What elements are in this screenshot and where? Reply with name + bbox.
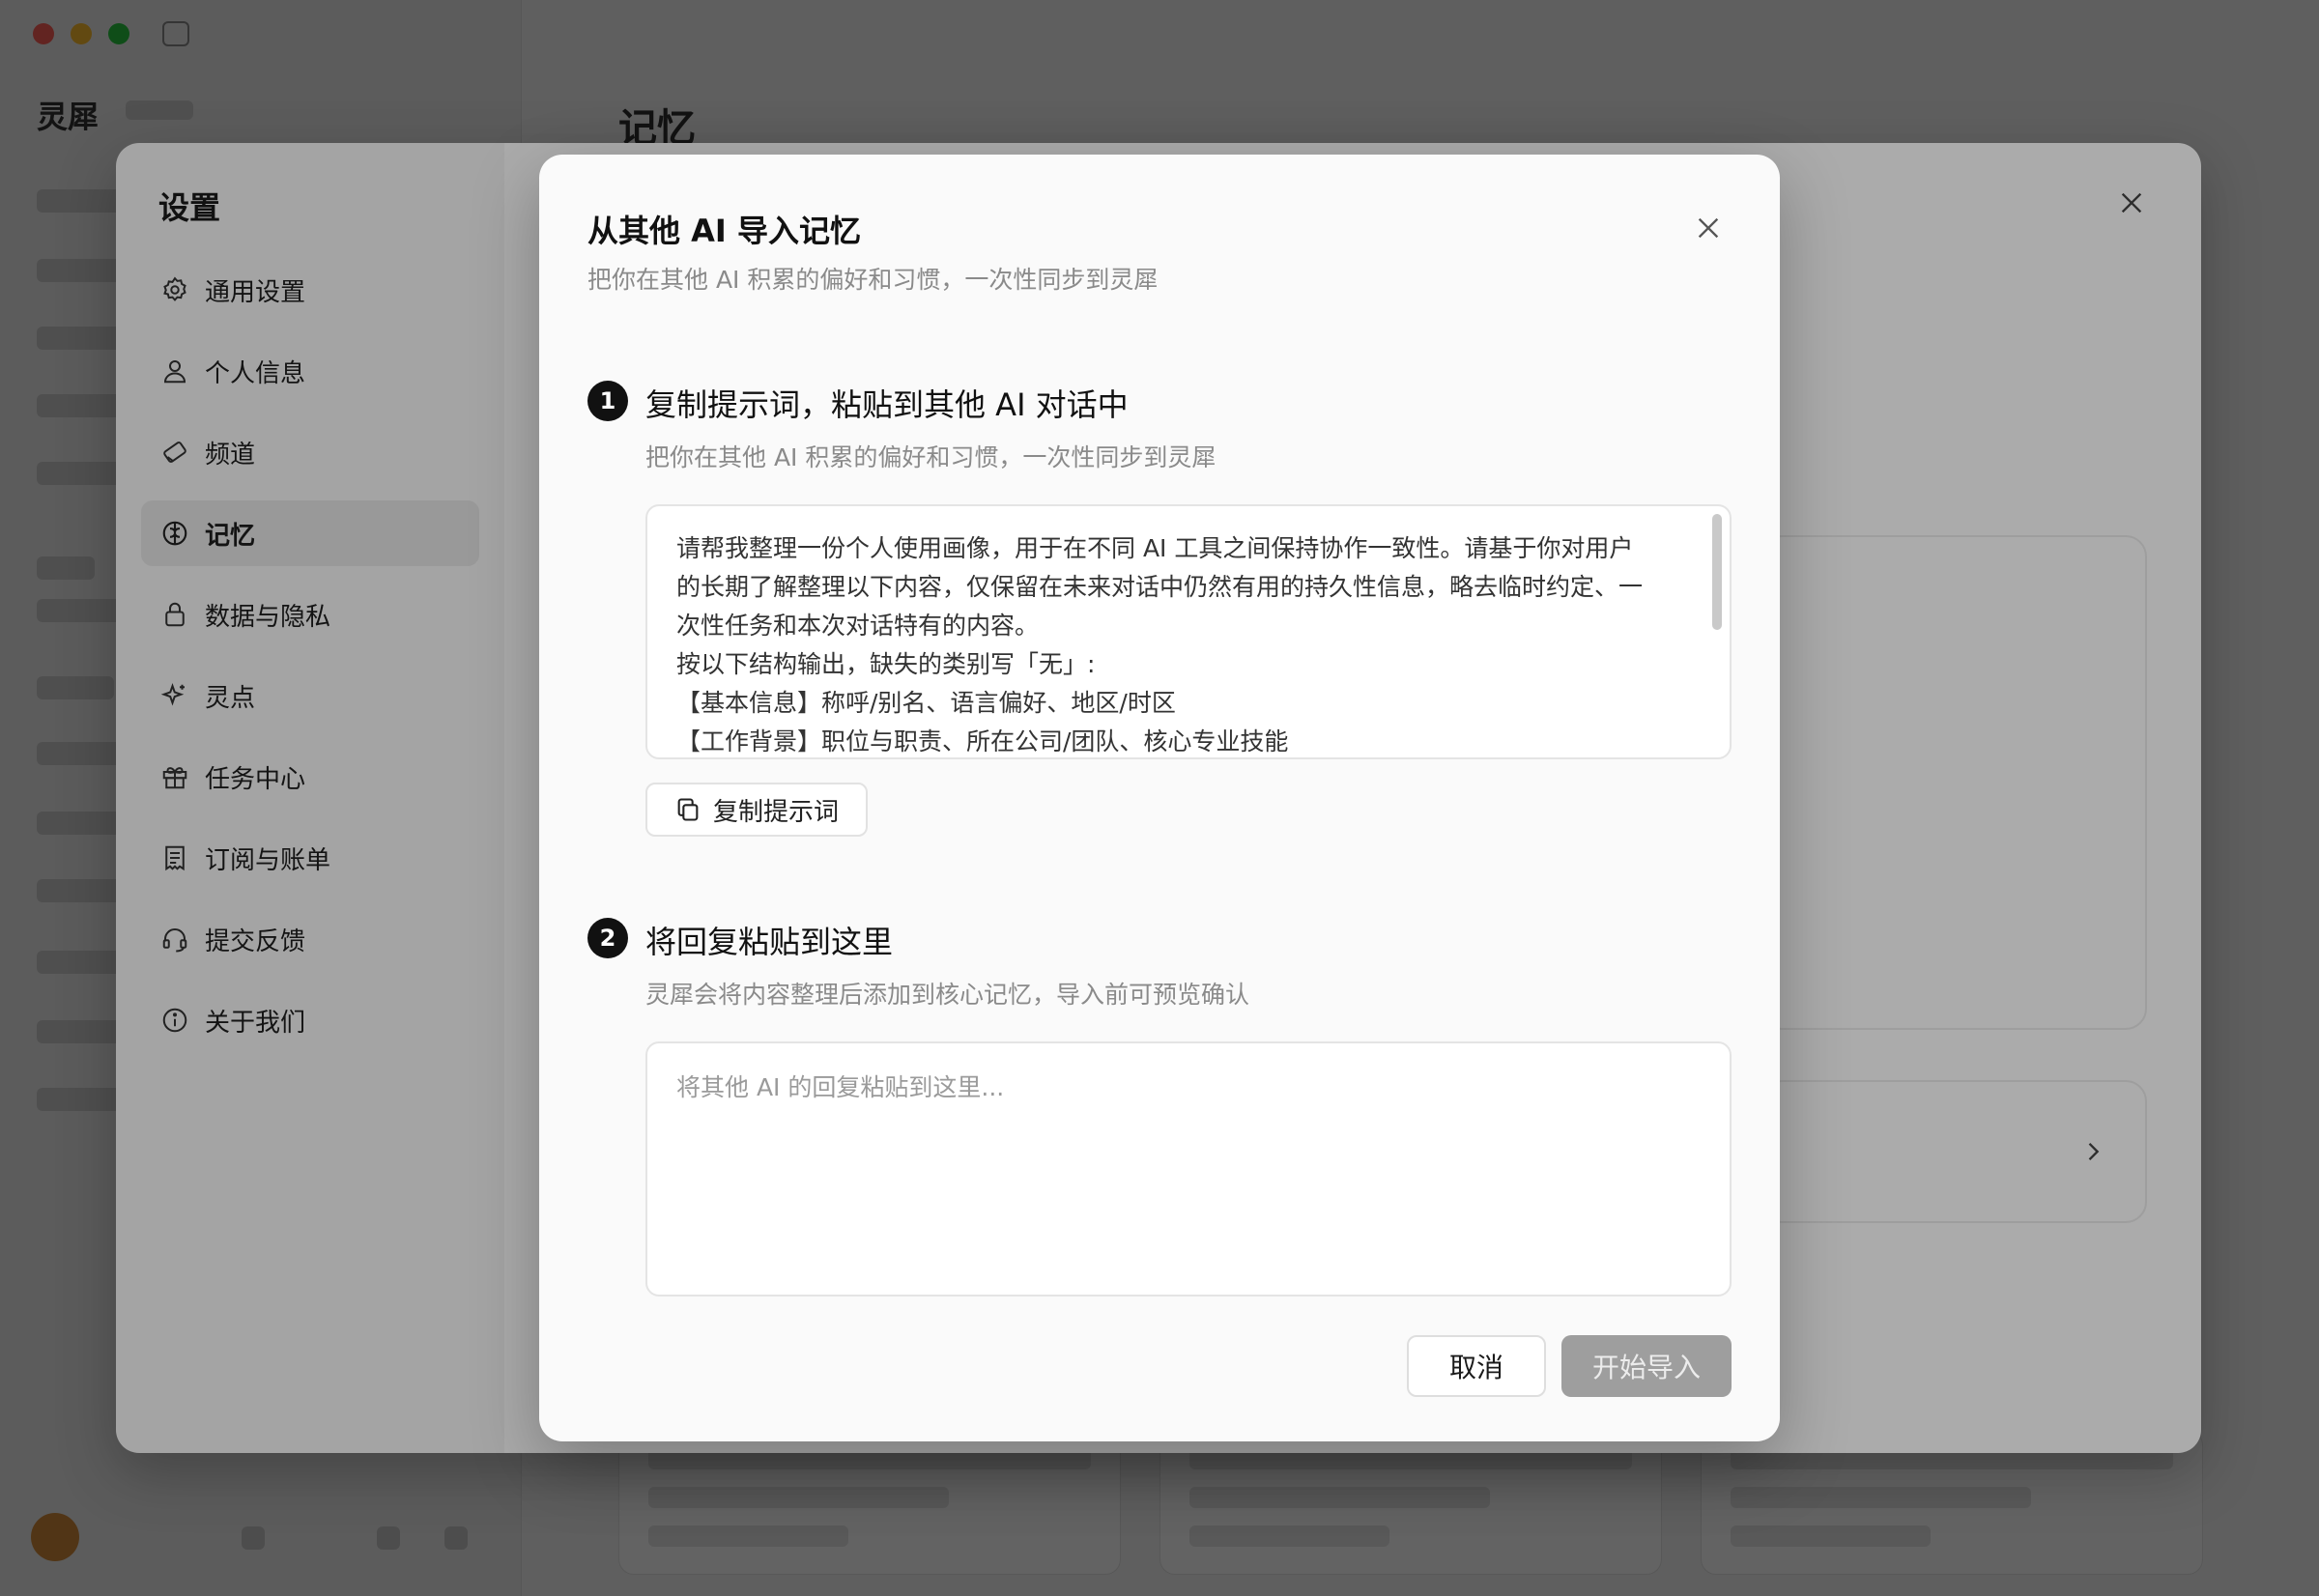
prompt-line: 次性任务和本次对话特有的内容。	[676, 612, 1040, 640]
scrollbar[interactable]	[1712, 514, 1722, 630]
step-1-description: 把你在其他 AI 积累的偏好和习惯，一次性同步到灵犀	[645, 443, 1217, 471]
reply-placeholder: 将其他 AI 的回复粘贴到这里...	[676, 1073, 1005, 1101]
import-memory-dialog: 从其他 AI 导入记忆 把你在其他 AI 积累的偏好和习惯，一次性同步到灵犀 1…	[539, 155, 1780, 1441]
dialog-subtitle: 把你在其他 AI 积累的偏好和习惯，一次性同步到灵犀	[587, 266, 1159, 294]
step-1-badge: 1	[587, 381, 628, 421]
dialog-close-icon[interactable]	[1693, 213, 1724, 243]
start-import-button[interactable]: 开始导入	[1561, 1335, 1732, 1397]
step-2-title: 将回复粘贴到这里	[645, 924, 894, 960]
prompt-line: 按以下结构输出，缺失的类别写「无」:	[676, 650, 1096, 678]
copy-icon	[677, 798, 699, 821]
step-2-description: 灵犀会将内容整理后添加到核心记忆，导入前可预览确认	[645, 981, 1250, 1009]
prompt-line: 请帮我整理一份个人使用画像，用于在不同 AI 工具之间保持协作一致性。请基于你对…	[676, 534, 1634, 562]
dialog-title: 从其他 AI 导入记忆	[587, 213, 861, 249]
prompt-line: 【工作背景】职位与职责、所在公司/团队、核心专业技能	[676, 727, 1289, 755]
step-1-title: 复制提示词，粘贴到其他 AI 对话中	[645, 386, 1129, 423]
prompt-textarea[interactable]: 请帮我整理一份个人使用画像，用于在不同 AI 工具之间保持协作一致性。请基于你对…	[645, 504, 1732, 759]
prompt-line: 【基本信息】称呼/别名、语言偏好、地区/时区	[676, 689, 1176, 717]
reply-textarea[interactable]: 将其他 AI 的回复粘贴到这里...	[645, 1041, 1732, 1297]
cancel-button[interactable]: 取消	[1407, 1335, 1546, 1397]
prompt-line: 的长期了解整理以下内容，仅保留在未来对话中仍然有用的持久性信息，略去临时约定、一	[676, 573, 1644, 601]
copy-prompt-button[interactable]: 复制提示词	[645, 783, 869, 837]
copy-prompt-label: 复制提示词	[713, 797, 840, 827]
step-2-badge: 2	[587, 918, 628, 958]
